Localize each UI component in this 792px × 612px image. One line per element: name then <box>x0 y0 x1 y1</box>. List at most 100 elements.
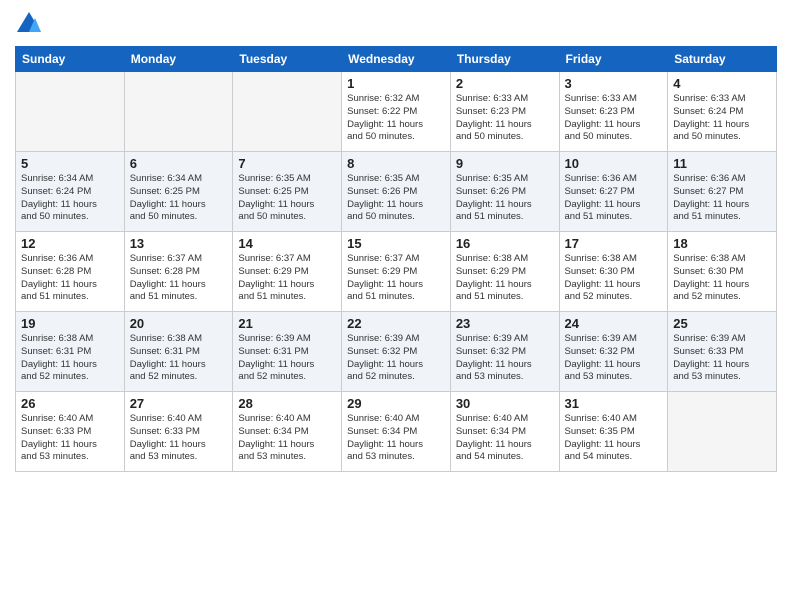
calendar-day-cell: 28 Sunrise: 6:40 AM Sunset: 6:34 PM Dayli… <box>233 392 342 472</box>
day-info: Sunrise: 6:40 AM Sunset: 6:34 PM Dayligh… <box>347 413 445 464</box>
calendar-week-row: 1Sunrise: 6:32 AM Sunset: 6:22 PM Daylig… <box>16 72 777 152</box>
day-number: 21 <box>238 316 336 331</box>
day-number: 28 <box>238 396 336 411</box>
calendar-day-cell: 7Sunrise: 6:35 AM Sunset: 6:25 PM Daylig… <box>233 152 342 232</box>
day-number: 6 <box>130 156 228 171</box>
day-info: Sunrise: 6:40 AM Sunset: 6:33 PM Dayligh… <box>21 413 119 464</box>
day-number: 8 <box>347 156 445 171</box>
day-number: 11 <box>673 156 771 171</box>
calendar-day-cell: 6 Sunrise: 6:34 AM Sunset: 6:25 PM Daylig… <box>124 152 233 232</box>
day-info: Sunrise: 6:40 AM Sunset: 6:34 PM Dayligh… <box>238 413 336 464</box>
day-header: Wednesday <box>342 47 451 72</box>
day-number: 15 <box>347 236 445 251</box>
page: SundayMondayTuesdayWednesdayThursdayFrid… <box>0 0 792 612</box>
day-number: 26 <box>21 396 119 411</box>
calendar-week-row: 5 Sunrise: 6:34 AM Sunset: 6:24 PM Daylig… <box>16 152 777 232</box>
day-info: Sunrise: 6:37 AM Sunset: 6:28 PM Dayligh… <box>130 253 228 304</box>
day-number: 23 <box>456 316 554 331</box>
day-info: Sunrise: 6:37 AM Sunset: 6:29 PM Dayligh… <box>238 253 336 304</box>
calendar-day-cell: 18 Sunrise: 6:38 AM Sunset: 6:30 PM Dayli… <box>668 232 777 312</box>
calendar-day-cell <box>124 72 233 152</box>
day-number: 17 <box>565 236 663 251</box>
day-number: 13 <box>130 236 228 251</box>
day-number: 10 <box>565 156 663 171</box>
day-info: Sunrise: 6:39 AM Sunset: 6:32 PM Dayligh… <box>456 333 554 384</box>
day-number: 18 <box>673 236 771 251</box>
logo-icon <box>15 10 43 38</box>
calendar-day-cell: 19 Sunrise: 6:38 AM Sunset: 6:31 PM Dayli… <box>16 312 125 392</box>
day-header: Tuesday <box>233 47 342 72</box>
day-info: Sunrise: 6:34 AM Sunset: 6:24 PM Dayligh… <box>21 173 119 224</box>
calendar-header: SundayMondayTuesdayWednesdayThursdayFrid… <box>16 47 777 72</box>
calendar-day-cell <box>668 392 777 472</box>
day-info: Sunrise: 6:39 AM Sunset: 6:31 PM Dayligh… <box>238 333 336 384</box>
day-info: Sunrise: 6:33 AM Sunset: 6:23 PM Dayligh… <box>565 93 663 144</box>
calendar-day-cell: 13 Sunrise: 6:37 AM Sunset: 6:28 PM Dayli… <box>124 232 233 312</box>
day-number: 14 <box>238 236 336 251</box>
day-number: 7 <box>238 156 336 171</box>
calendar-day-cell: 22 Sunrise: 6:39 AM Sunset: 6:32 PM Dayli… <box>342 312 451 392</box>
day-info: Sunrise: 6:38 AM Sunset: 6:29 PM Dayligh… <box>456 253 554 304</box>
day-info: Sunrise: 6:38 AM Sunset: 6:30 PM Dayligh… <box>565 253 663 304</box>
calendar: SundayMondayTuesdayWednesdayThursdayFrid… <box>15 46 777 472</box>
calendar-day-cell <box>233 72 342 152</box>
calendar-day-cell: 16 Sunrise: 6:38 AM Sunset: 6:29 PM Dayli… <box>450 232 559 312</box>
day-number: 12 <box>21 236 119 251</box>
day-number: 1 <box>347 76 445 91</box>
day-number: 20 <box>130 316 228 331</box>
day-header: Sunday <box>16 47 125 72</box>
day-info: Sunrise: 6:39 AM Sunset: 6:33 PM Dayligh… <box>673 333 771 384</box>
day-info: Sunrise: 6:36 AM Sunset: 6:27 PM Dayligh… <box>565 173 663 224</box>
calendar-day-cell: 20 Sunrise: 6:38 AM Sunset: 6:31 PM Dayli… <box>124 312 233 392</box>
calendar-week-row: 12 Sunrise: 6:36 AM Sunset: 6:28 PM Dayli… <box>16 232 777 312</box>
calendar-day-cell: 27Sunrise: 6:40 AM Sunset: 6:33 PM Dayli… <box>124 392 233 472</box>
day-info: Sunrise: 6:36 AM Sunset: 6:27 PM Dayligh… <box>673 173 771 224</box>
day-number: 4 <box>673 76 771 91</box>
day-info: Sunrise: 6:36 AM Sunset: 6:28 PM Dayligh… <box>21 253 119 304</box>
calendar-day-cell: 8Sunrise: 6:35 AM Sunset: 6:26 PM Daylig… <box>342 152 451 232</box>
calendar-day-cell: 23 Sunrise: 6:39 AM Sunset: 6:32 PM Dayli… <box>450 312 559 392</box>
day-info: Sunrise: 6:38 AM Sunset: 6:31 PM Dayligh… <box>130 333 228 384</box>
day-number: 27 <box>130 396 228 411</box>
day-info: Sunrise: 6:40 AM Sunset: 6:34 PM Dayligh… <box>456 413 554 464</box>
calendar-body: 1Sunrise: 6:32 AM Sunset: 6:22 PM Daylig… <box>16 72 777 472</box>
day-info: Sunrise: 6:33 AM Sunset: 6:23 PM Dayligh… <box>456 93 554 144</box>
day-header: Saturday <box>668 47 777 72</box>
day-info: Sunrise: 6:38 AM Sunset: 6:30 PM Dayligh… <box>673 253 771 304</box>
day-number: 9 <box>456 156 554 171</box>
day-number: 5 <box>21 156 119 171</box>
calendar-day-cell <box>16 72 125 152</box>
day-info: Sunrise: 6:38 AM Sunset: 6:31 PM Dayligh… <box>21 333 119 384</box>
calendar-day-cell: 3 Sunrise: 6:33 AM Sunset: 6:23 PM Daylig… <box>559 72 668 152</box>
day-info: Sunrise: 6:33 AM Sunset: 6:24 PM Dayligh… <box>673 93 771 144</box>
calendar-day-cell: 31Sunrise: 6:40 AM Sunset: 6:35 PM Dayli… <box>559 392 668 472</box>
day-info: Sunrise: 6:39 AM Sunset: 6:32 PM Dayligh… <box>347 333 445 384</box>
day-number: 2 <box>456 76 554 91</box>
calendar-day-cell: 11 Sunrise: 6:36 AM Sunset: 6:27 PM Dayli… <box>668 152 777 232</box>
calendar-day-cell: 26 Sunrise: 6:40 AM Sunset: 6:33 PM Dayli… <box>16 392 125 472</box>
day-number: 30 <box>456 396 554 411</box>
day-info: Sunrise: 6:34 AM Sunset: 6:25 PM Dayligh… <box>130 173 228 224</box>
day-number: 22 <box>347 316 445 331</box>
header-row: SundayMondayTuesdayWednesdayThursdayFrid… <box>16 47 777 72</box>
day-number: 16 <box>456 236 554 251</box>
day-header: Friday <box>559 47 668 72</box>
calendar-day-cell: 24Sunrise: 6:39 AM Sunset: 6:32 PM Dayli… <box>559 312 668 392</box>
day-info: Sunrise: 6:35 AM Sunset: 6:26 PM Dayligh… <box>456 173 554 224</box>
calendar-day-cell: 30 Sunrise: 6:40 AM Sunset: 6:34 PM Dayli… <box>450 392 559 472</box>
calendar-day-cell: 4 Sunrise: 6:33 AM Sunset: 6:24 PM Daylig… <box>668 72 777 152</box>
calendar-day-cell: 15Sunrise: 6:37 AM Sunset: 6:29 PM Dayli… <box>342 232 451 312</box>
calendar-day-cell: 21 Sunrise: 6:39 AM Sunset: 6:31 PM Dayli… <box>233 312 342 392</box>
calendar-day-cell: 29Sunrise: 6:40 AM Sunset: 6:34 PM Dayli… <box>342 392 451 472</box>
day-number: 25 <box>673 316 771 331</box>
header <box>15 10 777 38</box>
day-number: 19 <box>21 316 119 331</box>
calendar-day-cell: 5 Sunrise: 6:34 AM Sunset: 6:24 PM Daylig… <box>16 152 125 232</box>
day-info: Sunrise: 6:40 AM Sunset: 6:35 PM Dayligh… <box>565 413 663 464</box>
day-number: 3 <box>565 76 663 91</box>
day-header: Monday <box>124 47 233 72</box>
calendar-day-cell: 2 Sunrise: 6:33 AM Sunset: 6:23 PM Daylig… <box>450 72 559 152</box>
calendar-week-row: 26 Sunrise: 6:40 AM Sunset: 6:33 PM Dayli… <box>16 392 777 472</box>
calendar-week-row: 19 Sunrise: 6:38 AM Sunset: 6:31 PM Dayli… <box>16 312 777 392</box>
day-info: Sunrise: 6:39 AM Sunset: 6:32 PM Dayligh… <box>565 333 663 384</box>
